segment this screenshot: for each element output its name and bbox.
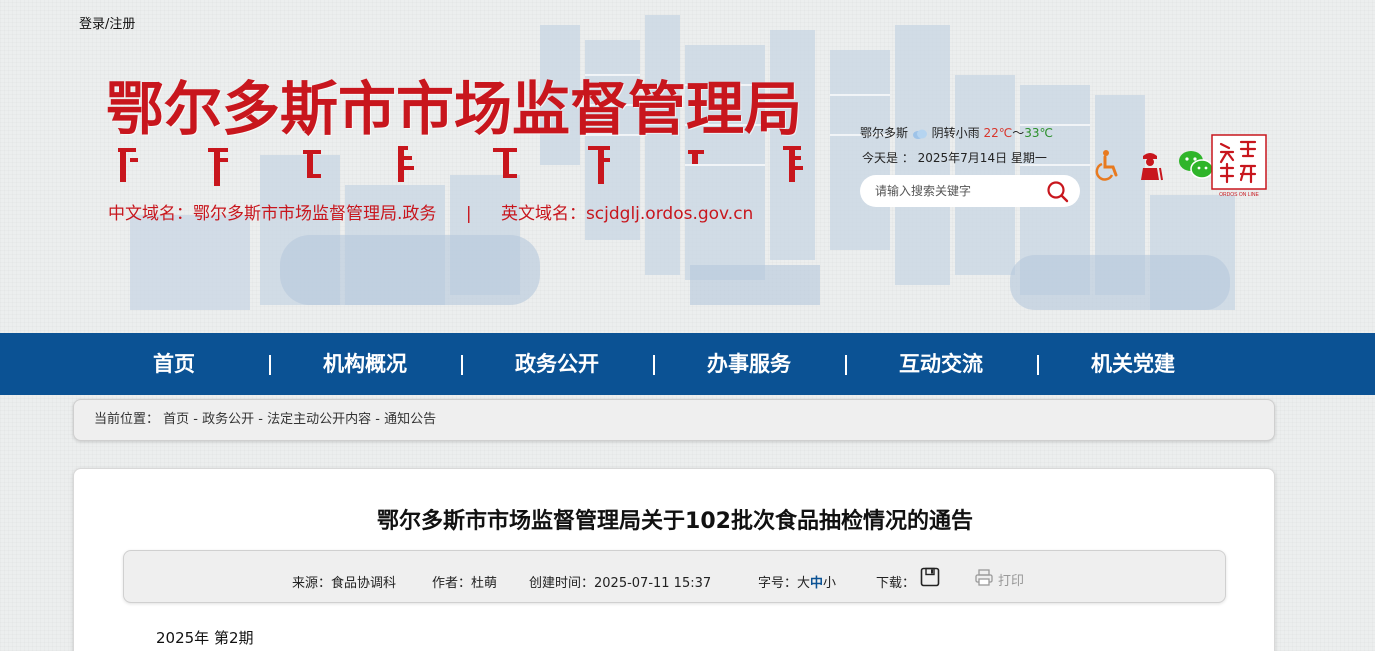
article-card: 鄂尔多斯市市场监督管理局关于102批次食品抽检情况的通告 来源：食品协调科 作者…: [73, 468, 1275, 651]
font-size-medium[interactable]: 中: [810, 576, 823, 591]
font-size-large[interactable]: 大: [797, 576, 810, 591]
wheelchair-icon[interactable]: [1093, 148, 1123, 182]
today-date: 今天是 ： 2025年7月14日 星期一: [862, 151, 1047, 165]
printer-icon[interactable]: [975, 569, 993, 586]
nav-home[interactable]: 首页: [128, 333, 220, 395]
breadcrumb: 当前位置： 首页 - 政务公开 - 法定主动公开内容 - 通知公告: [73, 399, 1275, 441]
search-input[interactable]: [875, 184, 1040, 198]
cloud-icon: [912, 129, 927, 139]
logo-caption: ORDOS ON LINE: [1219, 192, 1259, 198]
site-title: 鄂尔多斯市市场监督管理局: [106, 75, 803, 143]
breadcrumb-prefix: 当前位置：: [94, 412, 160, 427]
breadcrumb-gov-affairs[interactable]: 政务公开: [202, 412, 254, 427]
accessibility-icons: [1093, 148, 1215, 182]
chinese-domain: 中文域名：鄂尔多斯市市场监督管理局.政务: [108, 204, 437, 224]
weather-temp-high: 33℃: [1024, 126, 1054, 140]
nav-divider: [269, 355, 271, 375]
main-nav: 首页 机构概况 政务公开 办事服务 互动交流 机关党建: [0, 333, 1375, 395]
search-bar: [860, 175, 1080, 207]
breadcrumb-disclosure[interactable]: 法定主动公开内容: [267, 412, 371, 427]
english-domain: 英文域名：scjdglj.ordos.gov.cn: [500, 204, 754, 224]
breadcrumb-separator: -: [371, 412, 385, 427]
nav-divider: [1037, 355, 1039, 375]
nav-divider: [653, 355, 655, 375]
nav-party-building[interactable]: 机关党建: [1068, 333, 1198, 395]
nav-divider: [461, 355, 463, 375]
nav-services[interactable]: 办事服务: [684, 333, 814, 395]
save-disk-icon[interactable]: [920, 567, 940, 587]
domain-info: 中文域名：鄂尔多斯市市场监督管理局.政务 | 英文域名：scjdglj.ordo…: [108, 199, 753, 224]
breadcrumb-home[interactable]: 首页: [163, 412, 189, 427]
nav-divider: [845, 355, 847, 375]
site-header: 登录/注册 鄂尔多斯市市场监督管理局 中文域名：鄂尔多斯市市场监督管理局.政务 …: [0, 0, 1375, 333]
wechat-icon[interactable]: [1177, 148, 1215, 182]
weather-temp-low: 22℃: [983, 126, 1013, 140]
nav-gov-affairs[interactable]: 政务公开: [492, 333, 622, 395]
article-author: 作者：杜萌: [432, 576, 498, 591]
font-size-control: 字号：大中小: [758, 572, 836, 591]
breadcrumb-separator: -: [254, 412, 268, 427]
article-meta: 来源：食品协调科 作者：杜萌 创建时间：2025-07-11 15:37 字号：…: [123, 550, 1226, 603]
font-size-label: 字号：: [758, 576, 798, 591]
weather-range-sep: ～: [1012, 126, 1025, 140]
print-button[interactable]: 打印: [998, 570, 1024, 589]
search-icon[interactable]: [1046, 180, 1070, 204]
article-source: 来源：食品协调科: [292, 576, 397, 591]
login-register-link[interactable]: 登录/注册: [79, 13, 135, 32]
font-size-small[interactable]: 小: [823, 576, 836, 591]
mongolian-script-title: [118, 146, 803, 186]
weather-city: 鄂尔多斯: [860, 126, 909, 140]
nav-org-overview[interactable]: 机构概况: [300, 333, 430, 395]
ordos-online-logo[interactable]: ORDOS ON LINE: [1211, 134, 1267, 198]
breadcrumb-notices[interactable]: 通知公告: [384, 412, 436, 427]
article-created-time: 创建时间：2025-07-11 15:37: [529, 576, 712, 591]
article-title: 鄂尔多斯市市场监督管理局关于102批次食品抽检情况的通告: [377, 509, 973, 534]
weather-condition: 阴转小雨: [931, 126, 980, 140]
download-label: 下载：: [876, 576, 916, 591]
elder-care-icon[interactable]: [1135, 148, 1165, 182]
nav-interaction[interactable]: 互动交流: [876, 333, 1006, 395]
domain-separator: |: [465, 204, 472, 224]
weather-widget: 鄂尔多斯 阴转小雨 22℃～33℃: [860, 124, 1053, 141]
article-issue: 2025年 第2期: [156, 629, 254, 647]
breadcrumb-separator: -: [189, 412, 203, 427]
